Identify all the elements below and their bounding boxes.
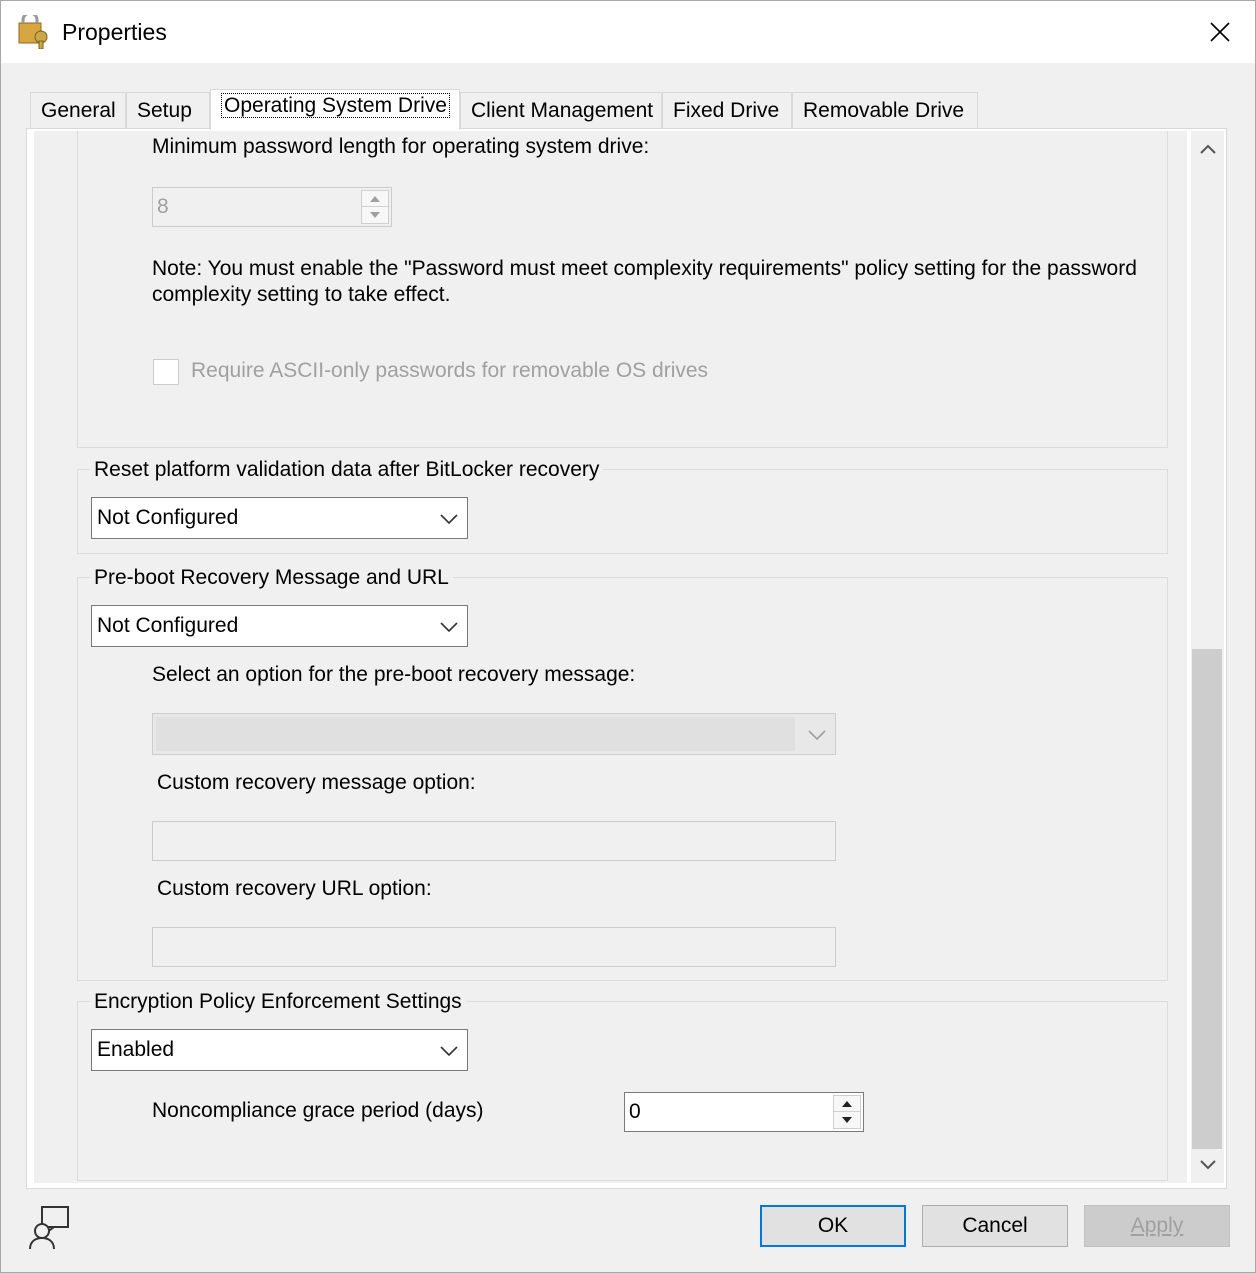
ok-button-label: OK [817,1214,849,1237]
scrollbar-thumb[interactable] [1192,649,1222,1149]
preboot-dropdown[interactable]: Not Configured [91,605,468,647]
dropdown-value: Enabled [97,1038,175,1061]
window-title: Properties [62,19,167,45]
user-help-icon[interactable] [28,1203,72,1251]
vertical-scrollbar[interactable] [1191,131,1224,1183]
dropdown-value: Not Configured [97,506,239,529]
complexity-note-line1: Note: You must enable the "Password must… [152,257,1137,280]
tab-fixed-drive[interactable]: Fixed Drive [662,92,792,129]
tab-setup[interactable]: Setup [126,92,210,129]
tab-label: Setup [137,99,192,122]
spinner-value: 0 [629,1100,641,1123]
cancel-button-label: Cancel [962,1214,1028,1237]
tab-client-management[interactable]: Client Management [460,92,662,129]
reset-platform-dropdown[interactable]: Not Configured [91,497,468,539]
scroll-up-button[interactable] [1191,131,1224,167]
properties-dialog: Properties General Setup Operating Syste… [0,0,1256,1273]
close-icon [1210,22,1230,42]
tab-label: Operating System Drive [221,93,450,118]
title-bar: Properties [1,1,1255,63]
ascii-only-checkbox[interactable] [153,359,179,385]
dropdown-value: Not Configured [97,614,239,637]
encryption-policy-group-label: Encryption Policy Enforcement Settings [90,990,466,1014]
custom-url-label: Custom recovery URL option: [157,877,432,900]
tab-label: Fixed Drive [673,99,780,122]
chevron-down-icon [1199,1160,1216,1170]
tab-label: Removable Drive [803,99,965,122]
tab-page: Minimum password length for operating sy… [26,128,1227,1189]
preboot-option-label: Select an option for the pre-boot recove… [152,663,636,686]
custom-url-field[interactable] [152,927,836,967]
spin-down-icon[interactable] [362,207,388,223]
custom-message-field[interactable] [152,821,836,861]
chevron-down-icon [808,730,826,741]
min-password-length-spinner[interactable]: 8 [152,187,392,227]
complexity-note-line2: complexity setting to take effect. [152,283,451,306]
spin-up-icon[interactable] [362,191,388,207]
encryption-policy-groupbox [77,1001,1168,1181]
preboot-option-dropdown[interactable] [152,713,836,755]
ascii-only-checkbox-label: Require ASCII-only passwords for removab… [191,359,709,382]
cancel-button[interactable]: Cancel [922,1205,1068,1247]
spin-down-icon[interactable] [834,1112,860,1128]
spinner-arrows[interactable] [361,190,389,224]
scroll-down-button[interactable] [1191,1147,1224,1183]
grace-period-label: Noncompliance grace period (days) [152,1099,484,1122]
encryption-policy-dropdown[interactable]: Enabled [91,1029,468,1071]
ok-button[interactable]: OK [760,1205,906,1247]
close-button[interactable] [1185,1,1255,63]
min-password-length-label: Minimum password length for operating sy… [152,135,650,158]
settings-scroll-area: Minimum password length for operating sy… [34,131,1187,1183]
spinner-value: 8 [157,195,169,218]
chevron-down-icon [440,1046,458,1057]
spinner-arrows[interactable] [833,1095,861,1129]
apply-button[interactable]: Apply [1084,1205,1230,1247]
tab-label: Client Management [471,99,654,122]
chevron-down-icon [440,622,458,633]
spin-up-icon[interactable] [834,1096,860,1112]
tab-label: General [41,99,116,122]
chevron-down-icon [440,514,458,525]
grace-period-spinner[interactable]: 0 [624,1092,864,1132]
tab-removable-drive[interactable]: Removable Drive [792,92,978,129]
preboot-group-label: Pre-boot Recovery Message and URL [90,566,453,590]
chevron-up-icon [1199,144,1216,154]
tab-general[interactable]: General [30,92,126,129]
apply-button-label: Apply [1130,1214,1184,1237]
key-padlock-icon [17,11,51,50]
reset-platform-group-label: Reset platform validation data after Bit… [90,458,604,482]
custom-message-label: Custom recovery message option: [157,771,476,794]
dropdown-field [156,717,795,751]
tab-operating-system-drive[interactable]: Operating System Drive [210,89,460,130]
